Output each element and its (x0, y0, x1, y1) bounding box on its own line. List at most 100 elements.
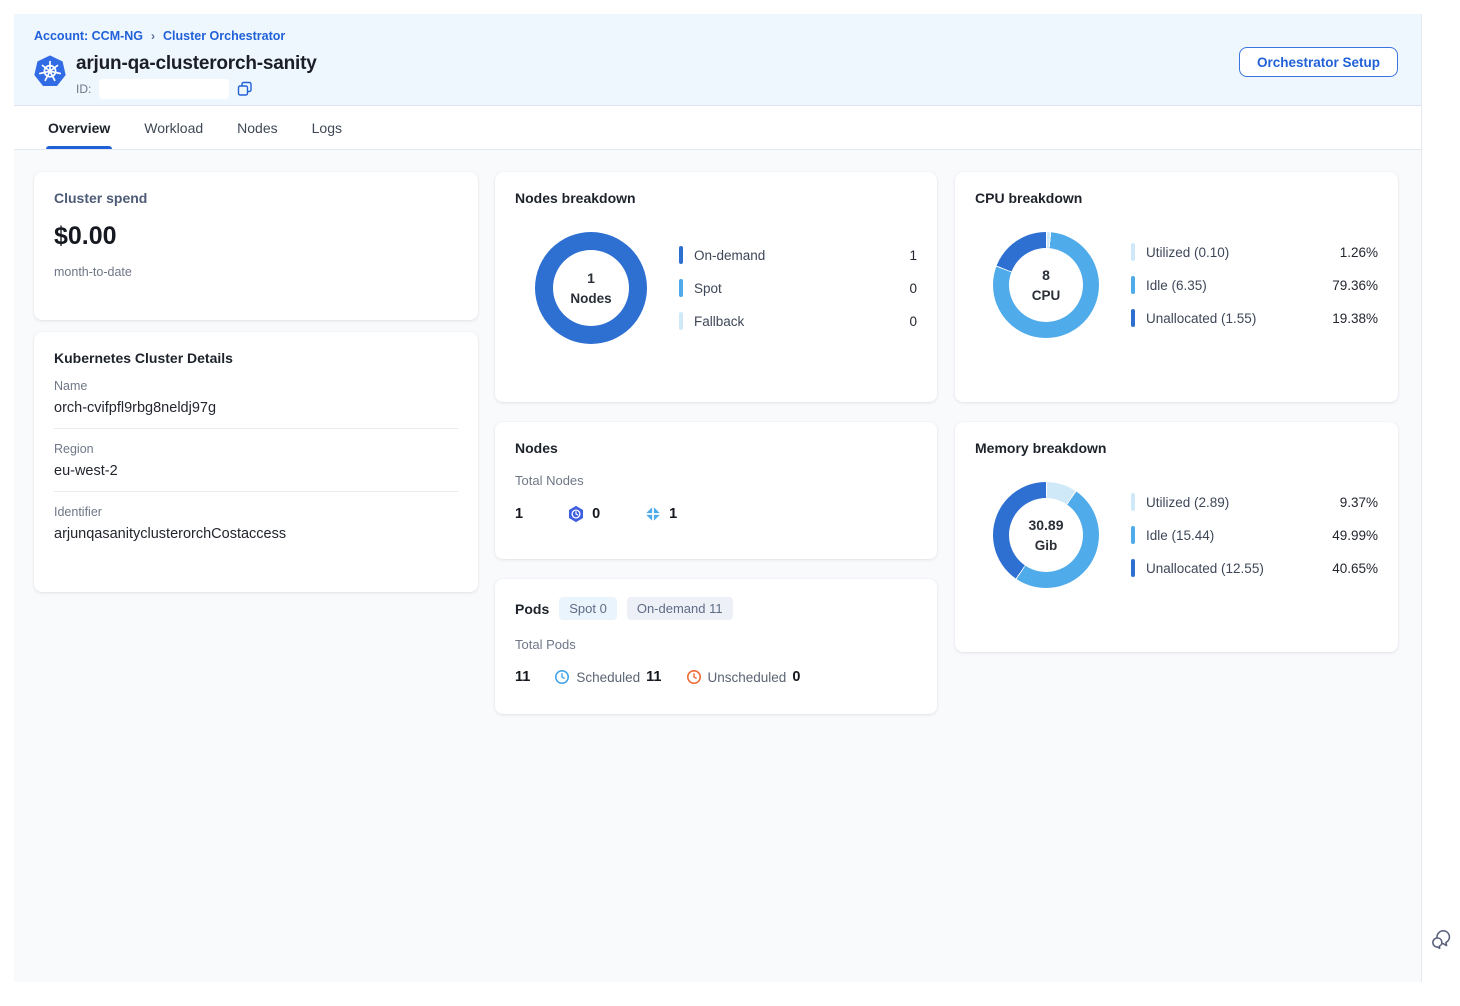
legend-value: 19.38% (1332, 311, 1378, 326)
unscheduled-count: 0 (792, 669, 800, 685)
id-label: ID: (76, 82, 91, 96)
legend-swatch (1131, 493, 1135, 511)
kubernetes-icon (34, 54, 66, 88)
tab-workload[interactable]: Workload (144, 106, 203, 149)
cluster-spend-period: month-to-date (54, 265, 458, 279)
legend-value: 40.65% (1332, 561, 1378, 576)
memory-breakdown-card: Memory breakdown 30.89 Gib Utilized (2.8… (955, 422, 1398, 652)
memory-breakdown-legend: Utilized (2.89) 9.37% Idle (15.44) 49.99… (1131, 493, 1378, 577)
nodes-title: Nodes (515, 440, 917, 456)
legend-label: Idle (6.35) (1146, 278, 1207, 293)
legend-swatch (679, 246, 683, 264)
unscheduled-pods-group: Unscheduled 0 (686, 669, 801, 685)
legend-label: Unallocated (12.55) (1146, 561, 1264, 576)
nodes-breakdown-title: Nodes breakdown (515, 190, 917, 206)
legend-swatch (679, 312, 683, 330)
legend-swatch (1131, 243, 1135, 261)
breadcrumb-account-link[interactable]: Account: CCM-NG (34, 29, 143, 43)
pods-card: Pods Spot 0 On-demand 11 Total Pods 11 S… (495, 579, 937, 714)
ondemand-pods-badge: On-demand 11 (627, 597, 733, 620)
legend-label: Utilized (2.89) (1146, 495, 1229, 510)
legend-value: 9.37% (1340, 495, 1378, 510)
field-value: orch-cvifpfl9rbg8neldj97g (54, 400, 458, 416)
detail-field-identifier: Identifier arjunqasanityclusterorchCosta… (54, 492, 458, 554)
chevron-right-icon: › (151, 29, 155, 43)
nodes-card: Nodes Total Nodes 1 0 (495, 422, 937, 559)
ondemand-nodes-group: 1 (644, 505, 677, 523)
cluster-spend-amount: $0.00 (54, 222, 458, 251)
legend-item-utilized[interactable]: Utilized (2.89) 9.37% (1131, 493, 1378, 511)
legend-swatch (1131, 526, 1135, 544)
total-nodes-value: 1 (515, 506, 523, 522)
spot-icon (567, 505, 585, 523)
cluster-details-title: Kubernetes Cluster Details (54, 350, 458, 366)
scheduled-clock-icon (554, 669, 570, 685)
donut-center-label: Gib (1035, 538, 1058, 553)
scheduled-label: Scheduled (576, 670, 640, 685)
ondemand-icon (644, 505, 662, 523)
donut-center-label: CPU (1032, 288, 1061, 303)
total-nodes-label: Total Nodes (515, 473, 917, 488)
donut-center-value: 8 (1042, 267, 1050, 283)
legend-item-unallocated[interactable]: Unallocated (12.55) 40.65% (1131, 559, 1378, 577)
legend-label: On-demand (694, 248, 765, 263)
legend-item-unallocated[interactable]: Unallocated (1.55) 19.38% (1131, 309, 1378, 327)
field-value: eu-west-2 (54, 463, 458, 479)
pods-title: Pods (515, 601, 549, 617)
total-pods-label: Total Pods (515, 637, 917, 652)
legend-item-ondemand[interactable]: On-demand 1 (679, 246, 917, 264)
legend-item-idle[interactable]: Idle (6.35) 79.36% (1131, 276, 1378, 294)
chat-icon[interactable] (1430, 928, 1453, 951)
scheduled-pods-group: Scheduled 11 (554, 669, 661, 685)
detail-field-region: Region eu-west-2 (54, 429, 458, 492)
legend-item-spot[interactable]: Spot 0 (679, 279, 917, 297)
tab-overview[interactable]: Overview (48, 106, 110, 149)
unscheduled-clock-icon (686, 669, 702, 685)
page-title: arjun-qa-clusterorch-sanity (76, 52, 317, 76)
orchestrator-setup-button[interactable]: Orchestrator Setup (1239, 47, 1398, 77)
title-row: arjun-qa-clusterorch-sanity ID: (34, 52, 317, 99)
unscheduled-label: Unscheduled (708, 670, 787, 685)
legend-label: Spot (694, 281, 722, 296)
breadcrumb-page-link[interactable]: Cluster Orchestrator (163, 29, 285, 43)
tab-bar: Overview Workload Nodes Logs (14, 106, 1421, 150)
cpu-breakdown-title: CPU breakdown (975, 190, 1378, 206)
cpu-breakdown-card: CPU breakdown 8 CPU Utilized (0.10) 1.26… (955, 172, 1398, 402)
legend-label: Utilized (0.10) (1146, 245, 1229, 260)
legend-label: Unallocated (1.55) (1146, 311, 1256, 326)
legend-swatch (679, 279, 683, 297)
legend-value: 1.26% (1340, 245, 1378, 260)
legend-value: 49.99% (1332, 528, 1378, 543)
tab-logs[interactable]: Logs (312, 106, 342, 149)
legend-item-fallback[interactable]: Fallback 0 (679, 312, 917, 330)
nodes-donut-chart: 1 Nodes (535, 232, 647, 344)
donut-center-value: 30.89 (1028, 517, 1063, 533)
field-label: Region (54, 442, 458, 456)
main-panel: Account: CCM-NG › Cluster Orchestrator (14, 14, 1422, 982)
legend-value: 79.36% (1332, 278, 1378, 293)
field-value: arjunqasanityclusterorchCostaccess (54, 526, 458, 542)
legend-value: 1 (909, 248, 917, 263)
legend-item-idle[interactable]: Idle (15.44) 49.99% (1131, 526, 1378, 544)
legend-value: 0 (909, 281, 917, 296)
memory-donut-chart: 30.89 Gib (993, 482, 1099, 588)
spot-nodes-count: 0 (592, 506, 600, 522)
copy-icon[interactable] (237, 81, 253, 97)
cluster-spend-title: Cluster spend (54, 190, 458, 206)
scheduled-count: 11 (646, 669, 661, 685)
breadcrumb: Account: CCM-NG › Cluster Orchestrator (34, 29, 285, 43)
donut-center-value: 1 (587, 270, 595, 286)
field-label: Identifier (54, 505, 458, 519)
cluster-details-card: Kubernetes Cluster Details Name orch-cvi… (34, 332, 478, 592)
ondemand-nodes-count: 1 (669, 506, 677, 522)
cpu-donut-chart: 8 CPU (993, 232, 1099, 338)
id-value-field[interactable] (99, 79, 229, 99)
tab-nodes[interactable]: Nodes (237, 106, 277, 149)
nodes-breakdown-card: Nodes breakdown 1 Nodes On-demand 1 (495, 172, 937, 402)
overview-content: Cluster spend $0.00 month-to-date Kubern… (14, 150, 1421, 983)
spot-pods-badge: Spot 0 (559, 597, 617, 620)
memory-breakdown-title: Memory breakdown (975, 440, 1378, 456)
legend-swatch (1131, 276, 1135, 294)
legend-value: 0 (909, 314, 917, 329)
legend-item-utilized[interactable]: Utilized (0.10) 1.26% (1131, 243, 1378, 261)
